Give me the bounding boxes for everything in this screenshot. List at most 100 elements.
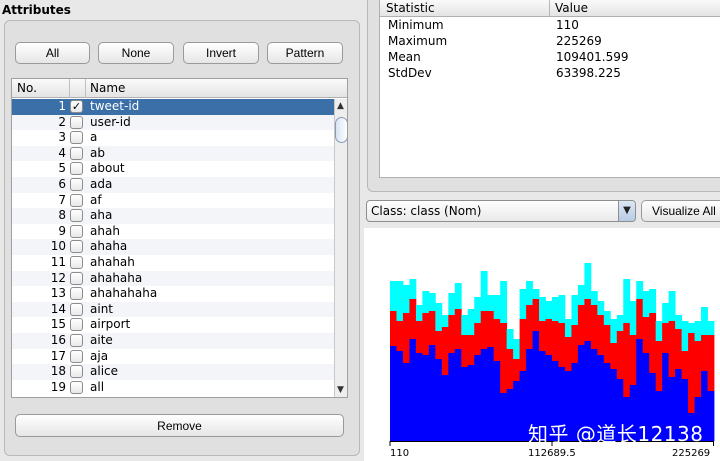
histogram-bar-segment	[532, 289, 540, 299]
table-row[interactable]: 13 ahahahaha	[12, 286, 334, 302]
row-checkbox[interactable]	[70, 318, 83, 332]
row-checkbox[interactable]	[70, 178, 83, 191]
table-row[interactable]: 2 user-id	[12, 114, 334, 131]
row-number: 2	[58, 114, 66, 129]
visualize-all-button[interactable]: Visualize All	[641, 200, 720, 222]
row-checkbox[interactable]	[70, 162, 83, 176]
invert-selection-button[interactable]: Invert	[183, 42, 259, 64]
table-row[interactable]: 15 airport	[12, 317, 334, 333]
histogram-bar-segment	[642, 317, 650, 353]
histogram-bar-segment	[487, 295, 495, 311]
row-checkbox[interactable]	[70, 287, 83, 301]
stat-name: StdDev	[388, 66, 432, 80]
column-header-statistic[interactable]: Statistic	[386, 0, 435, 16]
histogram-bar-segment	[396, 321, 404, 351]
row-checkbox[interactable]	[70, 115, 83, 129]
histogram-bar-segment	[506, 349, 514, 389]
axis-max-label: 225269	[672, 448, 711, 459]
attributes-table-header: No. Name	[12, 79, 347, 98]
arrow-up-icon[interactable]: ▲	[337, 101, 344, 111]
histogram-bar-segment	[448, 293, 456, 315]
histogram-bar-segment	[545, 319, 553, 355]
histogram-bar-segment	[552, 321, 559, 361]
histogram-bar-segment	[623, 279, 631, 323]
table-row[interactable]: 14 aint	[12, 301, 334, 318]
table-row[interactable]: 12 ahahaha	[12, 270, 334, 287]
histogram-bar-segment	[564, 337, 572, 371]
row-checkbox[interactable]	[70, 193, 83, 207]
histogram-bar-segment	[422, 355, 430, 441]
row-name: aint	[90, 301, 113, 316]
column-header-value[interactable]: Value	[555, 0, 588, 16]
arrow-down-icon[interactable]: ▼	[337, 385, 344, 395]
row-checkbox[interactable]	[70, 271, 83, 285]
histogram-bar-segment	[422, 313, 430, 355]
row-number: 14	[50, 301, 66, 316]
histogram-bar-segment	[487, 347, 495, 441]
row-checkbox[interactable]	[70, 349, 83, 363]
table-row[interactable]: 6 ada	[12, 177, 334, 193]
row-name: af	[90, 192, 102, 207]
table-row[interactable]: 8 aha	[12, 208, 334, 224]
table-row[interactable]: 4 ab	[12, 145, 334, 162]
table-row[interactable]: 7 af	[12, 193, 334, 209]
row-checkbox[interactable]	[70, 146, 83, 160]
row-number: 8	[58, 208, 66, 223]
table-row[interactable]: 3a	[12, 130, 334, 146]
histogram-bar-segment	[513, 381, 520, 441]
table-row[interactable]: 1 ✓ tweet-id	[12, 99, 334, 115]
histogram-bar-segment	[493, 295, 501, 319]
attributes-scrollbar[interactable]: ▲ ▼	[334, 99, 347, 397]
column-header-check[interactable]	[70, 79, 86, 98]
attributes-rows: 1 ✓ tweet-id 2 user-id 3 a 4 ab 5 about 6 ada 7 af 8 aha…	[12, 99, 334, 397]
table-row[interactable]: 10 ahaha	[12, 239, 334, 255]
histogram-bar-segment	[636, 299, 644, 339]
row-checkbox[interactable]	[70, 302, 83, 316]
table-row[interactable]: 5 about	[12, 161, 334, 177]
histogram-bar-segment	[707, 335, 715, 391]
row-checkbox[interactable]	[70, 209, 83, 223]
remove-button[interactable]: Remove	[15, 414, 344, 437]
select-all-button[interactable]: All	[15, 42, 90, 64]
histogram-bar-segment	[571, 295, 579, 325]
histogram-bar-segment	[694, 321, 702, 341]
column-header-name[interactable]: Name	[86, 79, 347, 98]
select-none-button[interactable]: None	[98, 42, 174, 64]
attributes-title: Attributes	[2, 3, 71, 17]
table-row[interactable]: 19 all	[12, 380, 334, 396]
row-name: aja	[90, 348, 109, 363]
axis-min-label: 110	[390, 448, 410, 459]
table-row[interactable]: 16 aite	[12, 333, 334, 349]
histogram-bar-segment	[454, 309, 462, 349]
row-checkbox[interactable]: ✓	[70, 100, 83, 113]
table-row[interactable]: 18 alice	[12, 364, 334, 380]
row-checkbox[interactable]	[70, 131, 83, 145]
histogram-bar-segment	[597, 315, 605, 355]
row-checkbox[interactable]	[70, 334, 83, 347]
class-select[interactable]: Class: class (Nom) ▼	[366, 200, 636, 222]
histogram-bar-segment	[532, 299, 540, 331]
table-row[interactable]: 17 aja	[12, 349, 334, 365]
row-checkbox[interactable]	[70, 380, 83, 394]
table-row[interactable]: 11 ahahah	[12, 255, 334, 271]
chevron-down-icon[interactable]: ▼	[618, 201, 635, 221]
histogram-bar-segment	[500, 281, 508, 323]
histogram-bar-segment	[552, 297, 559, 321]
row-name: ahaha	[90, 239, 128, 254]
histogram-bar-segment	[409, 339, 417, 441]
table-row[interactable]: 9 ahah	[12, 224, 334, 240]
row-checkbox[interactable]	[70, 365, 83, 379]
pattern-select-button[interactable]: Pattern	[267, 42, 343, 64]
histogram-bar-segment	[610, 319, 618, 343]
row-checkbox[interactable]	[70, 256, 83, 269]
histogram-bar-segment	[441, 315, 449, 327]
row-checkbox[interactable]	[70, 240, 83, 254]
row-name: ahahah	[90, 255, 135, 269]
scrollbar-thumb[interactable]	[335, 117, 347, 143]
histogram-bar-segment	[701, 307, 708, 335]
histogram-bar-segment	[655, 341, 663, 391]
histogram-bar-segment	[539, 321, 546, 351]
column-header-no[interactable]: No.	[12, 79, 70, 98]
row-checkbox[interactable]	[70, 224, 83, 238]
row-number: 17	[50, 348, 66, 363]
